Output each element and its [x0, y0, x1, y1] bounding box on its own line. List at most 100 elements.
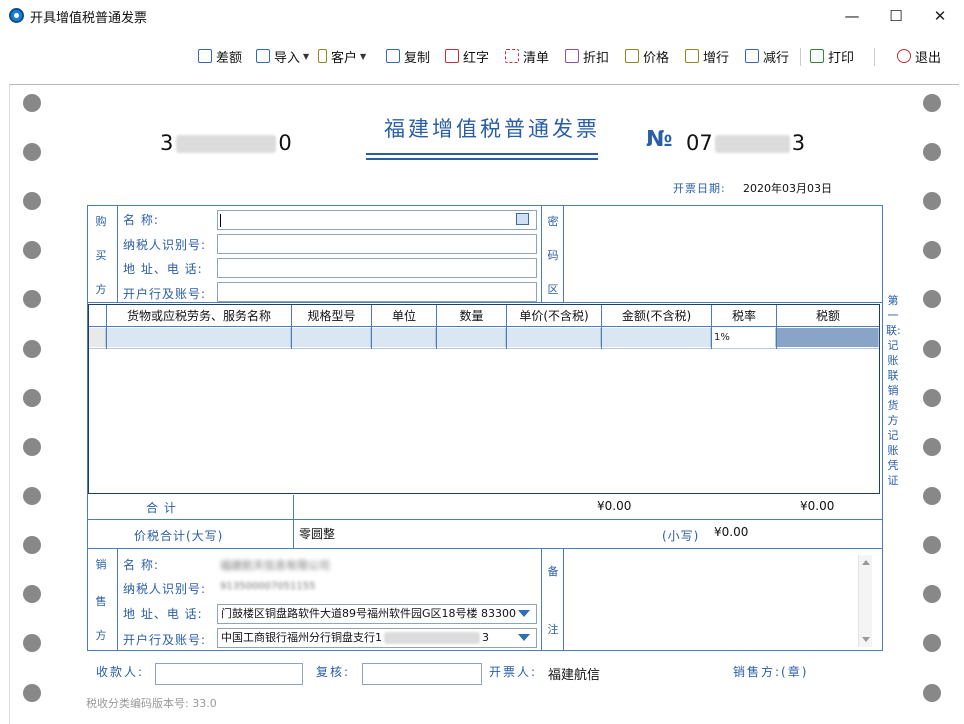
- grid-line: [117, 549, 118, 650]
- payee-input[interactable]: [155, 663, 303, 685]
- perforation-hole: [923, 290, 941, 308]
- amount-cell[interactable]: [602, 328, 711, 347]
- grid-line: [88, 548, 882, 549]
- scroll-up-icon[interactable]: [862, 560, 870, 565]
- perforation-hole: [923, 634, 941, 652]
- price-label: 价格: [643, 50, 670, 66]
- perforation-hole: [23, 340, 41, 358]
- unit-price-cell[interactable]: [507, 328, 601, 347]
- perforation-hole: [923, 389, 941, 407]
- tax-cell[interactable]: [777, 328, 879, 347]
- seller-label-char: 方: [95, 629, 107, 642]
- tax-rate-cell[interactable]: 1%: [712, 328, 776, 347]
- toolbar: 差额 导入 ▼ 客户 ▼ 复制 红字 清单 折扣 价格 增行 减行 打印 退出: [0, 40, 964, 72]
- column-header-unit-price: 单价(不含税): [519, 309, 589, 323]
- quantity-cell[interactable]: [437, 328, 506, 347]
- issuer-label: 开票人:: [489, 665, 538, 679]
- red-invoice-button[interactable]: 红字: [445, 46, 489, 66]
- difference-button[interactable]: 差额: [198, 46, 242, 66]
- perforation-hole: [923, 143, 941, 161]
- app-logo-icon: [9, 8, 24, 23]
- total-in-words-value: 零圆整: [299, 527, 336, 541]
- seller-label-char: 售: [95, 595, 107, 608]
- minimize-button[interactable]: —: [834, 4, 870, 28]
- maximize-button[interactable]: ☐: [878, 4, 914, 28]
- seller-stamp-label: 销售方:(章): [733, 665, 809, 679]
- invoice-code: 30: [160, 131, 293, 155]
- buyer-name-input[interactable]: [217, 210, 537, 230]
- redacted-block: [714, 135, 790, 153]
- print-button[interactable]: 打印: [810, 46, 854, 66]
- title-bar: 开具增值税普通发票 — ☐ ✕: [0, 0, 964, 32]
- add-row-icon: [685, 49, 699, 63]
- perforation-hole: [23, 684, 41, 702]
- perforation-hole: [23, 192, 41, 210]
- invoice-code-prefix: 3: [160, 131, 175, 155]
- add-row-button[interactable]: 增行: [685, 46, 729, 66]
- remove-row-icon: [745, 49, 759, 63]
- seller-bank-value-suffix: 3: [482, 631, 489, 644]
- cipher-label-char: 区: [547, 283, 559, 296]
- perforation-hole: [923, 438, 941, 456]
- toolbar-divider: [874, 48, 875, 66]
- exit-button[interactable]: 退出: [897, 46, 941, 66]
- copy-button[interactable]: 复制: [386, 46, 430, 66]
- remove-row-label: 减行: [763, 50, 790, 66]
- buyer-tax-id-label: 纳税人识别号:: [123, 238, 207, 252]
- import-button[interactable]: 导入 ▼: [256, 46, 309, 66]
- buyer-address-label: 地 址、电 话:: [123, 262, 203, 276]
- remove-row-button[interactable]: 减行: [745, 46, 789, 66]
- version-label: 税收分类编码版本号: 33.0: [86, 697, 217, 710]
- total-label: 合 计: [146, 501, 177, 515]
- grid-line: [88, 519, 882, 520]
- window-title: 开具增值税普通发票: [30, 11, 148, 26]
- scroll-down-icon[interactable]: [862, 637, 870, 642]
- perforation-hole: [23, 241, 41, 259]
- reviewer-input[interactable]: [362, 663, 482, 685]
- perforation-hole: [923, 94, 941, 112]
- price-button[interactable]: 价格: [625, 46, 669, 66]
- seller-name-label: 名 称:: [123, 558, 159, 572]
- chevron-down-icon[interactable]: [518, 610, 530, 617]
- perforation-hole: [923, 241, 941, 259]
- chevron-down-icon[interactable]: [518, 634, 530, 641]
- buyer-bank-label: 开户行及账号:: [123, 287, 207, 301]
- perforation-hole: [923, 487, 941, 505]
- difference-label: 差额: [216, 50, 243, 66]
- spec-cell[interactable]: [292, 328, 371, 347]
- invoice-number: 07 3: [686, 131, 805, 155]
- total-in-words-label: 价税合计(大写): [134, 529, 224, 543]
- seller-address-select[interactable]: 门鼓楼区铜盘路软件大道89号福州软件园G区18号楼 83300: [217, 604, 537, 624]
- payee-label: 收款人:: [96, 665, 145, 679]
- grid-line: [89, 348, 879, 349]
- reviewer-label: 复核:: [316, 665, 351, 679]
- perforation-hole: [23, 389, 41, 407]
- column-header-unit: 单位: [391, 309, 416, 323]
- item-name-cell[interactable]: [107, 328, 291, 347]
- buyer-bank-input[interactable]: [217, 282, 537, 302]
- exit-label: 退出: [915, 50, 942, 66]
- list-button[interactable]: 清单: [505, 46, 549, 66]
- customer-button[interactable]: 客户 ▼: [318, 46, 366, 66]
- customer-lookup-icon[interactable]: [516, 213, 529, 225]
- perforation-hole: [23, 487, 41, 505]
- perforation-hole: [923, 192, 941, 210]
- unit-cell[interactable]: [372, 328, 436, 347]
- buyer-address-input[interactable]: [217, 258, 537, 278]
- seller-bank-select[interactable]: 中国工商银行福州分行铜盘支行1 3: [217, 628, 537, 648]
- red-invoice-label: 红字: [463, 50, 490, 66]
- row-selector[interactable]: [89, 328, 106, 347]
- discount-icon: [565, 49, 579, 63]
- buyer-tax-id-input[interactable]: [217, 234, 537, 254]
- table-icon: [198, 49, 212, 63]
- remarks-scrollbar[interactable]: [858, 555, 872, 647]
- chevron-down-icon: ▼: [303, 51, 310, 61]
- seller-address-value: 门鼓楼区铜盘路软件大道89号福州软件园G区18号楼 83300: [221, 607, 517, 620]
- cipher-label-char: 码: [547, 249, 559, 262]
- discount-button[interactable]: 折扣: [565, 46, 609, 66]
- column-header-amount: 金额(不含税): [621, 309, 692, 323]
- number-mark: №: [646, 127, 673, 152]
- grid-line: [117, 206, 118, 302]
- close-button[interactable]: ✕: [922, 4, 958, 28]
- import-label: 导入: [274, 50, 301, 66]
